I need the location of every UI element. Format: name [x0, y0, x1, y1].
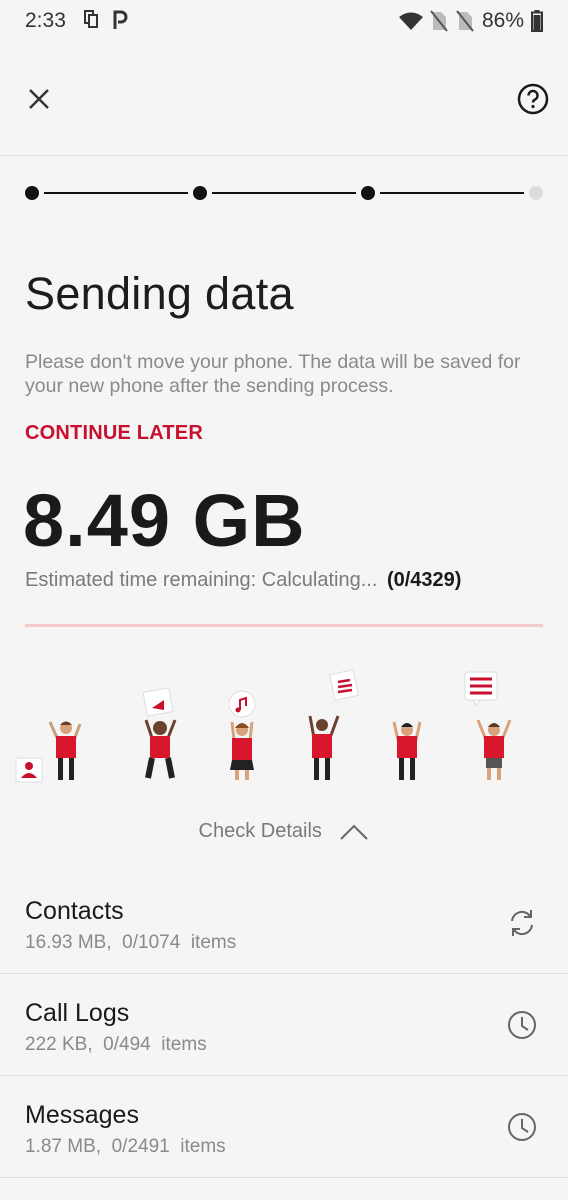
transfer-size: 8.49 GB [23, 479, 306, 562]
status-bar: 2:33 86% [0, 0, 568, 44]
person-figure [392, 721, 422, 780]
status-time: 2:33 [25, 9, 66, 32]
page-description: Please don't move your phone. The data w… [25, 351, 521, 397]
close-icon[interactable] [22, 82, 56, 116]
step-indicator [25, 186, 543, 200]
sync-icon [511, 910, 533, 936]
person-figure [476, 719, 512, 780]
people-illustration [15, 669, 512, 783]
person-figure [230, 721, 254, 780]
no-sim-icon [430, 10, 448, 32]
app-bar [0, 60, 568, 156]
item-title: Contacts [25, 897, 124, 925]
chevron-up-icon [340, 824, 369, 840]
list-item-messages[interactable]: Messages 1.87 MB, 0/2491 items [0, 1076, 568, 1178]
document-card-icon [328, 669, 360, 701]
person-figure [48, 721, 82, 780]
list-item-call-logs[interactable]: Call Logs 222 KB, 0/494 items [0, 974, 568, 1076]
item-subtitle: 1.87 MB, 0/2491 items [25, 1136, 226, 1157]
person-figure [308, 715, 340, 780]
step-dot-completed [361, 186, 375, 200]
eta-label: Estimated time remaining: Calculating... [25, 569, 378, 591]
no-sim-icon [456, 10, 474, 32]
eta-count: (0/4329) [386, 569, 462, 591]
item-title: Call Logs [25, 999, 130, 1027]
page-title: Sending data [25, 268, 294, 319]
contact-card-icon [15, 757, 43, 783]
battery-percent: 86% [481, 9, 524, 32]
wifi-icon [399, 12, 423, 30]
music-card-icon [228, 690, 256, 718]
list-item-contacts[interactable]: Contacts 16.93 MB, 0/1074 items [0, 872, 568, 974]
step-dot-completed [25, 186, 39, 200]
item-subtitle: 16.93 MB, 0/1074 items [25, 932, 237, 953]
step-dot-completed [193, 186, 207, 200]
clock-icon [508, 1011, 536, 1039]
transfer-item-list: Contacts 16.93 MB, 0/1074 items Call Log… [0, 872, 568, 1178]
step-dot-pending [529, 186, 543, 200]
check-details-label: Check Details [198, 820, 322, 842]
transfer-progress-bar [25, 624, 543, 627]
message-card-icon [464, 671, 498, 708]
item-title: Messages [25, 1101, 139, 1129]
battery-icon [531, 10, 543, 32]
help-icon[interactable] [516, 82, 550, 116]
p-icon [113, 10, 128, 29]
continue-later-button[interactable]: CONTINUE LATER [25, 422, 203, 445]
clock-icon [508, 1113, 536, 1141]
eta-text: Estimated time remaining: Calculating...… [25, 569, 461, 592]
item-subtitle: 222 KB, 0/494 items [25, 1034, 207, 1055]
check-details-toggle[interactable]: Check Details [0, 820, 568, 843]
copy-icon [84, 10, 98, 28]
video-card-icon [142, 687, 174, 717]
person-figure [144, 719, 177, 779]
